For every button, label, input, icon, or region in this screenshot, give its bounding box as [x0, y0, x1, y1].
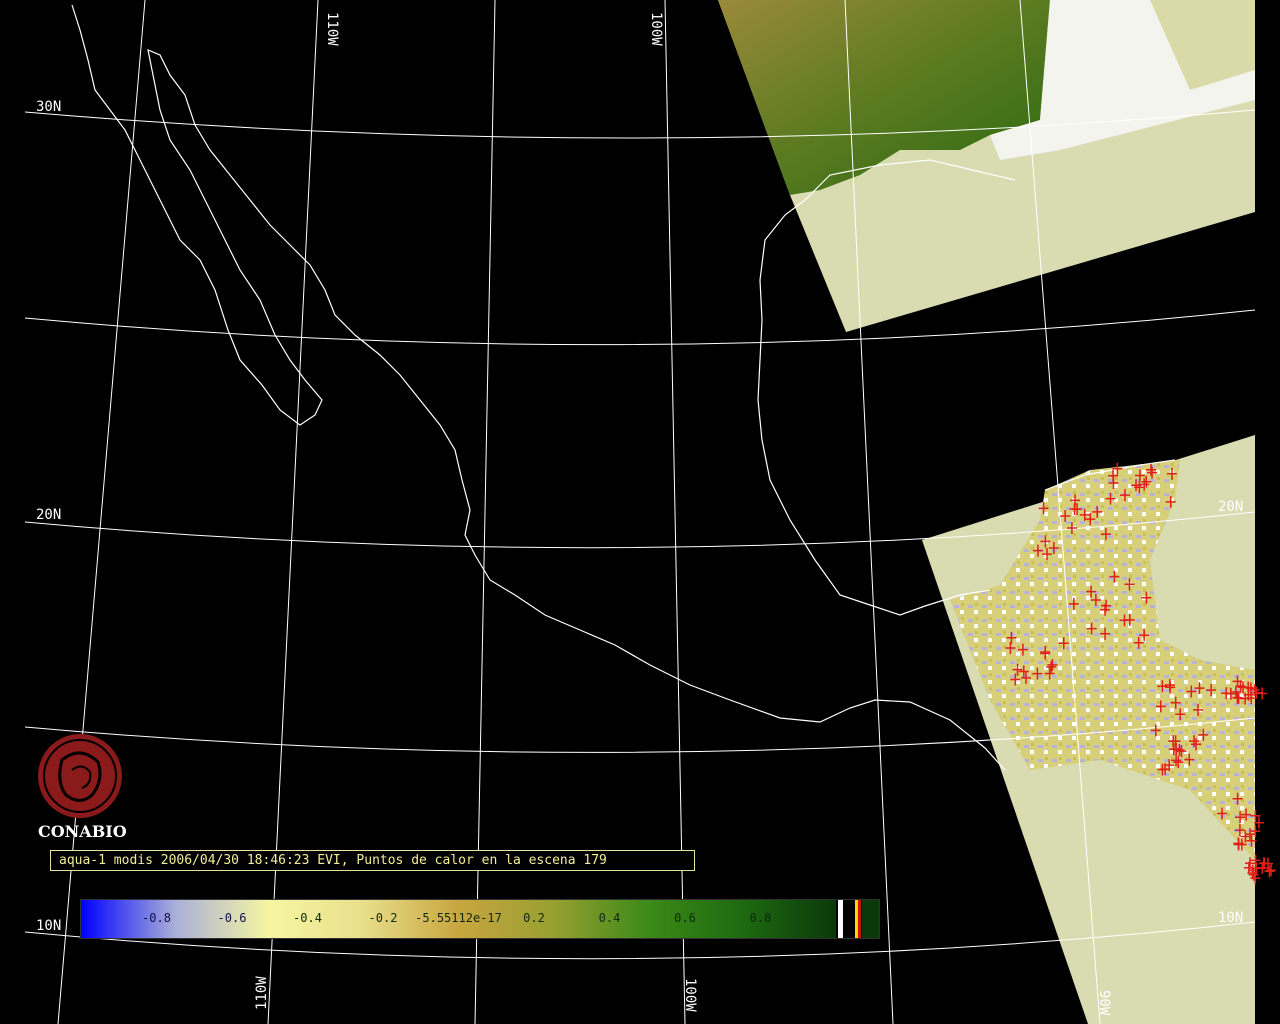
legend-marker-fill	[862, 900, 879, 938]
org-name: CONABIO	[38, 822, 127, 841]
satellite-swath-north	[718, 0, 1255, 332]
label-100w-bottom: 100W	[682, 978, 698, 1012]
label-110w-bottom: 110W	[254, 976, 270, 1010]
legend-tick-label: 0.4	[598, 911, 621, 925]
legend-tick-label: -0.2	[368, 911, 398, 925]
legend-tick-label: -0.8	[142, 911, 171, 925]
legend-tick-label: -0.6	[217, 911, 247, 925]
evi-color-legend: -0.8 -0.6 -0.4 -0.2 -5.55112e-17 0.2 0.4 0.6 0.8	[80, 899, 880, 939]
legend-tick-label: -5.55112e-17	[415, 911, 502, 925]
legend-marker-red	[858, 900, 861, 938]
label-20n-right: 20N	[1218, 499, 1243, 515]
label-100w-top: 100W	[648, 12, 664, 46]
conabio-logo	[38, 734, 122, 818]
parallel-25n	[24, 309, 1256, 346]
satellite-swath-south	[922, 435, 1255, 1024]
scene-title: aqua-1 modis 2006/04/30 18:46:23 EVI, Pu…	[50, 850, 695, 871]
legend-tick-label: -0.4	[293, 911, 322, 925]
label-20n: 20N	[36, 507, 61, 523]
legend-marker-white	[838, 900, 843, 938]
legend-tick-label: 0.6	[674, 911, 696, 925]
label-10n: 10N	[36, 918, 61, 934]
label-10n-right: 10N	[1218, 910, 1243, 926]
legend-tick-label: 0.2	[523, 911, 545, 925]
label-30n: 30N	[36, 99, 61, 115]
label-90w-bottom: 90W	[1096, 990, 1112, 1016]
legend-tick-label: 0.8	[749, 911, 772, 925]
label-110w-top: 110W	[324, 12, 340, 46]
